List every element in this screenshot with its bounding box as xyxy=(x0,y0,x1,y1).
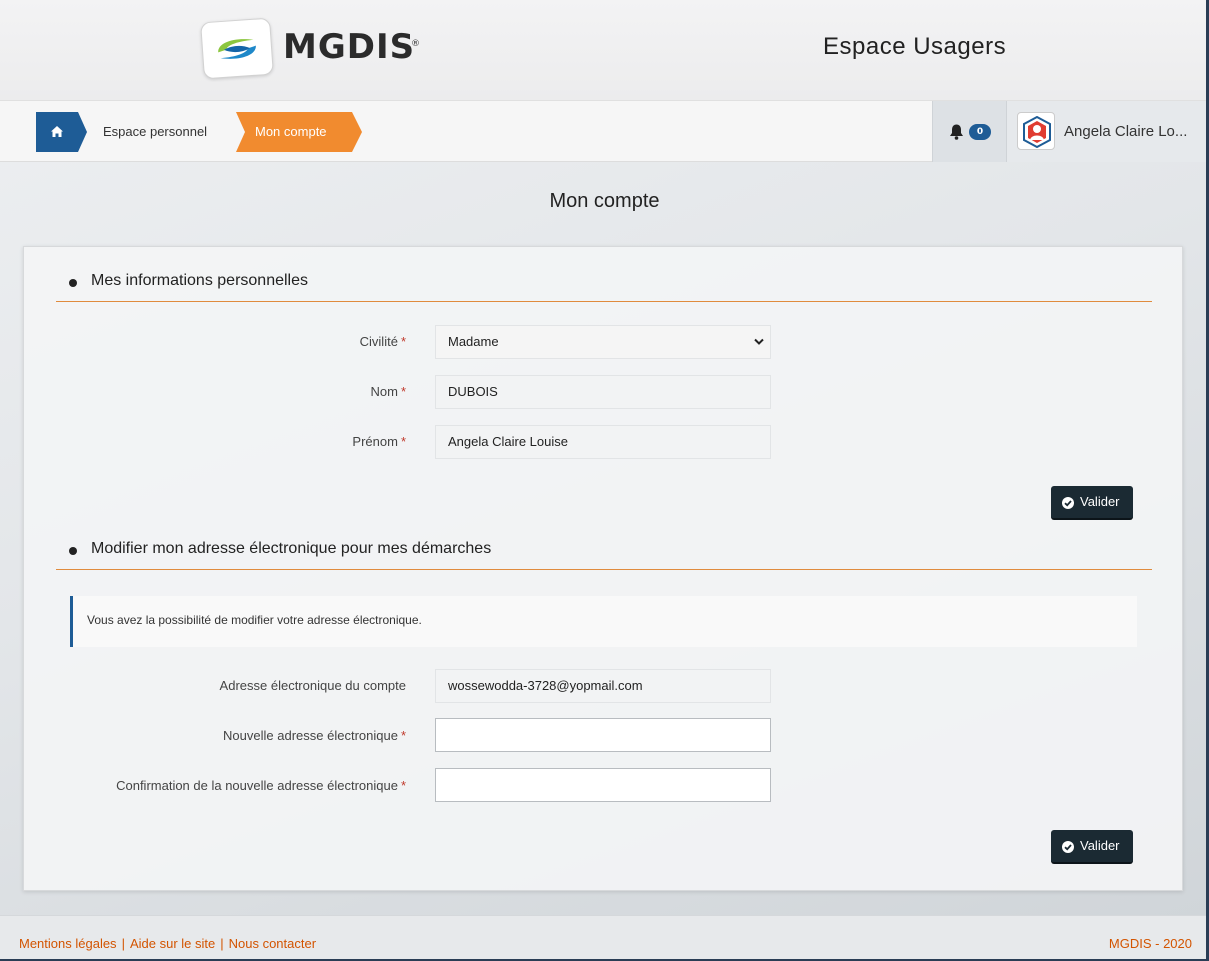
page-title: Mon compte xyxy=(549,190,660,212)
site-title: Espace Usagers xyxy=(823,33,1007,60)
firstname-field[interactable]: Angela Claire Louise xyxy=(435,425,771,459)
breadcrumb-mon-compte[interactable]: Mon compte xyxy=(236,112,362,152)
footer-links: Mentions légales | Aide sur le site | Nous c… xyxy=(19,936,316,951)
user-menu[interactable]: Angela Claire Lo... xyxy=(1006,101,1206,162)
personal-info-section-header: Mes informations personnelles xyxy=(56,264,1152,302)
footer-link-contact[interactable]: Nous contacter xyxy=(229,936,316,951)
email-info-alert: Vous avez la possibilité de modifier vot… xyxy=(70,596,1137,647)
civility-value: Madame xyxy=(448,334,499,349)
breadcrumb-home[interactable] xyxy=(36,112,87,152)
site-footer: Mentions légales | Aide sur le site | Nous c… xyxy=(0,915,1209,961)
footer-copyright: MGDIS - 2020 xyxy=(1108,936,1192,951)
new-email-label: Nouvelle adresse électronique * xyxy=(223,728,406,743)
check-circle-icon xyxy=(1062,841,1074,853)
required-marker: * xyxy=(400,434,406,449)
footer-link-mentions-legales[interactable]: Mentions légales xyxy=(19,936,117,951)
footer-separator: | xyxy=(121,936,125,951)
logo-mark-icon xyxy=(218,39,256,59)
mgdis-logo[interactable] xyxy=(200,17,274,80)
validate-email-button[interactable]: Valider xyxy=(1051,830,1133,864)
validate-personal-info-button[interactable]: Valider xyxy=(1051,486,1133,520)
footer-separator: | xyxy=(220,936,224,951)
confirm-email-label: Confirmation de la nouvelle adresse élec… xyxy=(116,778,406,793)
name-field[interactable]: DUBOIS xyxy=(435,375,771,409)
name-label: Nom * xyxy=(370,384,406,399)
home-icon xyxy=(51,126,63,137)
email-section-header: Modifier mon adresse électronique pour m… xyxy=(56,532,1152,570)
avatar xyxy=(1017,112,1055,150)
personal-info-section-title: Mes informations personnelles xyxy=(91,272,308,289)
logo-registered-mark: ® xyxy=(411,39,420,49)
required-marker: * xyxy=(400,334,406,349)
account-form-card: Mes informations personnelles Civilité * … xyxy=(23,246,1183,891)
current-email-label: Adresse électronique du compte xyxy=(219,678,406,693)
required-marker: * xyxy=(400,728,406,743)
footer-link-aide[interactable]: Aide sur le site xyxy=(130,936,215,951)
bullet-icon xyxy=(69,547,77,555)
required-marker: * xyxy=(400,778,406,793)
chevron-down-icon xyxy=(754,338,764,345)
civility-label: Civilité * xyxy=(359,334,406,349)
notification-count-badge: 0 xyxy=(969,124,991,140)
new-email-input[interactable] xyxy=(435,718,771,752)
site-header: MGDIS ® Espace Usagers xyxy=(0,0,1209,100)
email-section-title: Modifier mon adresse électronique pour m… xyxy=(91,540,492,557)
user-avatar-icon xyxy=(1023,116,1051,148)
email-info-text: Vous avez la possibilité de modifier vot… xyxy=(87,613,422,627)
firstname-label: Prénom * xyxy=(352,434,406,449)
required-marker: * xyxy=(400,384,406,399)
breadcrumb-espace-personnel[interactable]: Espace personnel xyxy=(87,112,237,152)
navigation-bar: Espace personnel Mon compte 0 Angela Cla… xyxy=(0,100,1209,162)
confirm-email-input[interactable] xyxy=(435,768,771,802)
civility-select[interactable]: Madame xyxy=(435,325,771,359)
logo-wordmark: MGDIS xyxy=(283,27,416,67)
notifications-button[interactable]: 0 xyxy=(932,101,1006,162)
user-name: Angela Claire Lo... xyxy=(1064,123,1188,140)
bullet-icon xyxy=(69,279,77,287)
current-email-field: wossewodda-3728@yopmail.com xyxy=(435,669,771,703)
bell-icon xyxy=(950,124,963,140)
check-circle-icon xyxy=(1062,497,1074,509)
